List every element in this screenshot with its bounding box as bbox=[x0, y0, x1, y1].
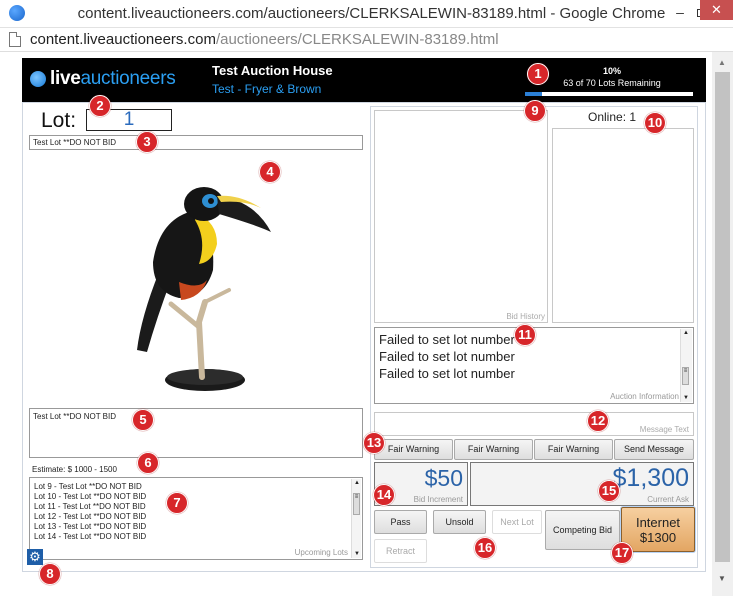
unsold-button[interactable]: Unsold bbox=[433, 510, 486, 534]
upcoming-lots-list[interactable]: Lot 9 - Test Lot **DO NOT BID Lot 10 - T… bbox=[29, 477, 363, 560]
url-path: /auctioneers/CLERKSALEWIN-83189.html bbox=[215, 31, 499, 48]
callout-marker: 14 bbox=[373, 484, 395, 506]
lot-image bbox=[29, 152, 363, 407]
callout-marker: 1 bbox=[527, 63, 549, 85]
callout-marker: 16 bbox=[474, 537, 496, 559]
bid-history-label: Bid History bbox=[506, 312, 545, 321]
progress-bar bbox=[525, 92, 693, 96]
upcoming-lot-item[interactable]: Lot 12 - Test Lot **DO NOT BID bbox=[34, 512, 362, 522]
lot-label: Lot: bbox=[41, 109, 77, 132]
callout-marker: 5 bbox=[132, 409, 154, 431]
message-text-label: Message Text bbox=[639, 425, 689, 434]
lot-description: Test Lot **DO NOT BID bbox=[29, 408, 363, 458]
callout-marker: 4 bbox=[259, 161, 281, 183]
logo-live: live bbox=[50, 68, 81, 89]
current-ask-label: Current Ask bbox=[647, 495, 689, 504]
info-scrollbar[interactable]: ▲ ≡ ▼ bbox=[680, 329, 692, 402]
auction-house-name: Test Auction House bbox=[212, 63, 333, 78]
lots-remaining: 63 of 70 Lots Remaining bbox=[563, 78, 661, 88]
send-message-button[interactable]: Send Message bbox=[614, 439, 694, 460]
upcoming-lot-item[interactable]: Lot 14 - Test Lot **DO NOT BID bbox=[34, 532, 362, 542]
message-text-input[interactable]: Message Text bbox=[374, 412, 694, 436]
scroll-up-icon[interactable]: ▲ bbox=[718, 58, 726, 67]
progress-percent: 10% bbox=[602, 66, 621, 76]
online-users-box bbox=[552, 128, 694, 323]
bid-history-box: Bid History bbox=[374, 110, 548, 323]
scroll-up-icon[interactable]: ▲ bbox=[683, 330, 689, 336]
callout-marker: 6 bbox=[137, 452, 159, 474]
upcoming-lot-item[interactable]: Lot 10 - Test Lot **DO NOT BID bbox=[34, 492, 362, 502]
current-ask-value: $1,300 bbox=[612, 464, 689, 492]
close-button[interactable]: ✕ bbox=[700, 0, 733, 20]
toucan-image bbox=[117, 170, 275, 407]
callout-marker: 17 bbox=[611, 542, 633, 564]
minimize-button[interactable]: – bbox=[673, 3, 687, 21]
online-count: Online: 1 bbox=[588, 110, 637, 124]
url-text[interactable]: content.liveauctioneers.com/auctioneers/… bbox=[30, 31, 499, 48]
page-scrollbar[interactable]: ▲ ▼ bbox=[712, 52, 733, 596]
callout-marker: 10 bbox=[644, 112, 666, 134]
pass-button[interactable]: Pass bbox=[374, 510, 427, 534]
app-header: liveauctioneers Test Auction House Test … bbox=[22, 58, 706, 102]
scroll-thumb[interactable]: ≡ bbox=[353, 493, 360, 515]
warning-buttons-row: Fair Warning Fair Warning Fair Warning S… bbox=[374, 439, 694, 461]
gear-icon[interactable]: ⚙ bbox=[27, 549, 43, 565]
upcoming-lot-item[interactable]: Lot 13 - Test Lot **DO NOT BID bbox=[34, 522, 362, 532]
lot-title: Test Lot **DO NOT BID bbox=[29, 135, 363, 150]
fair-warning-button-1[interactable]: Fair Warning bbox=[374, 439, 453, 460]
competing-bid-button[interactable]: Competing Bid bbox=[545, 510, 620, 550]
upcoming-lot-item[interactable]: Lot 11 - Test Lot **DO NOT BID bbox=[34, 502, 362, 512]
callout-marker: 8 bbox=[39, 563, 61, 585]
window-title: content.liveauctioneers.com/auctioneers/… bbox=[77, 5, 666, 22]
scroll-down-icon[interactable]: ▼ bbox=[718, 574, 726, 583]
bid-increment-label: Bid Increment bbox=[413, 495, 463, 504]
logo-auctioneers: auctioneers bbox=[80, 68, 176, 89]
url-host: content.liveauctioneers.com bbox=[30, 31, 216, 48]
progress-fill bbox=[525, 92, 542, 96]
logo-icon bbox=[30, 71, 46, 87]
fair-warning-button-3[interactable]: Fair Warning bbox=[534, 439, 613, 460]
upcoming-lot-item[interactable]: Lot 9 - Test Lot **DO NOT BID bbox=[34, 482, 362, 492]
callout-marker: 15 bbox=[598, 480, 620, 502]
internet-bid-amount: $1300 bbox=[639, 530, 677, 545]
callout-marker: 2 bbox=[89, 95, 111, 117]
scroll-thumb[interactable] bbox=[715, 72, 730, 562]
scroll-up-icon[interactable]: ▲ bbox=[354, 480, 360, 486]
internet-bid-button[interactable]: Internet $1300 bbox=[621, 507, 695, 552]
callout-marker: 11 bbox=[514, 324, 536, 346]
fair-warning-button-2[interactable]: Fair Warning bbox=[454, 439, 533, 460]
callout-marker: 9 bbox=[524, 100, 546, 122]
window-titlebar: content.liveauctioneers.com/auctioneers/… bbox=[0, 0, 733, 28]
current-ask-box[interactable]: $1,300 Current Ask bbox=[470, 462, 694, 506]
bid-increment-value: $50 bbox=[424, 465, 463, 491]
callout-marker: 3 bbox=[136, 131, 158, 153]
scroll-thumb[interactable]: ≡ bbox=[682, 367, 689, 385]
upcoming-lots-label: Upcoming Lots bbox=[294, 548, 348, 557]
callout-marker: 12 bbox=[587, 410, 609, 432]
callout-marker: 7 bbox=[166, 492, 188, 514]
page-icon bbox=[9, 32, 21, 47]
scroll-down-icon[interactable]: ▼ bbox=[683, 395, 689, 401]
logo: liveauctioneers bbox=[50, 68, 176, 90]
retract-button[interactable]: Retract bbox=[374, 539, 427, 563]
scroll-down-icon[interactable]: ▼ bbox=[354, 551, 360, 557]
address-bar[interactable]: content.liveauctioneers.com/auctioneers/… bbox=[0, 28, 733, 52]
sale-name: Test - Fryer & Brown bbox=[212, 82, 322, 96]
auction-information-label: Auction Information bbox=[610, 392, 679, 401]
next-lot-button[interactable]: Next Lot bbox=[492, 510, 542, 534]
callout-marker: 13 bbox=[363, 432, 385, 454]
lot-estimate: Estimate: $ 1000 - 1500 bbox=[32, 465, 117, 474]
info-message: Failed to set lot number bbox=[379, 366, 515, 381]
upcoming-scrollbar[interactable]: ▲ ≡ ▼ bbox=[351, 479, 361, 558]
info-message: Failed to set lot number bbox=[379, 349, 515, 364]
internet-bid-label: Internet bbox=[635, 515, 681, 530]
